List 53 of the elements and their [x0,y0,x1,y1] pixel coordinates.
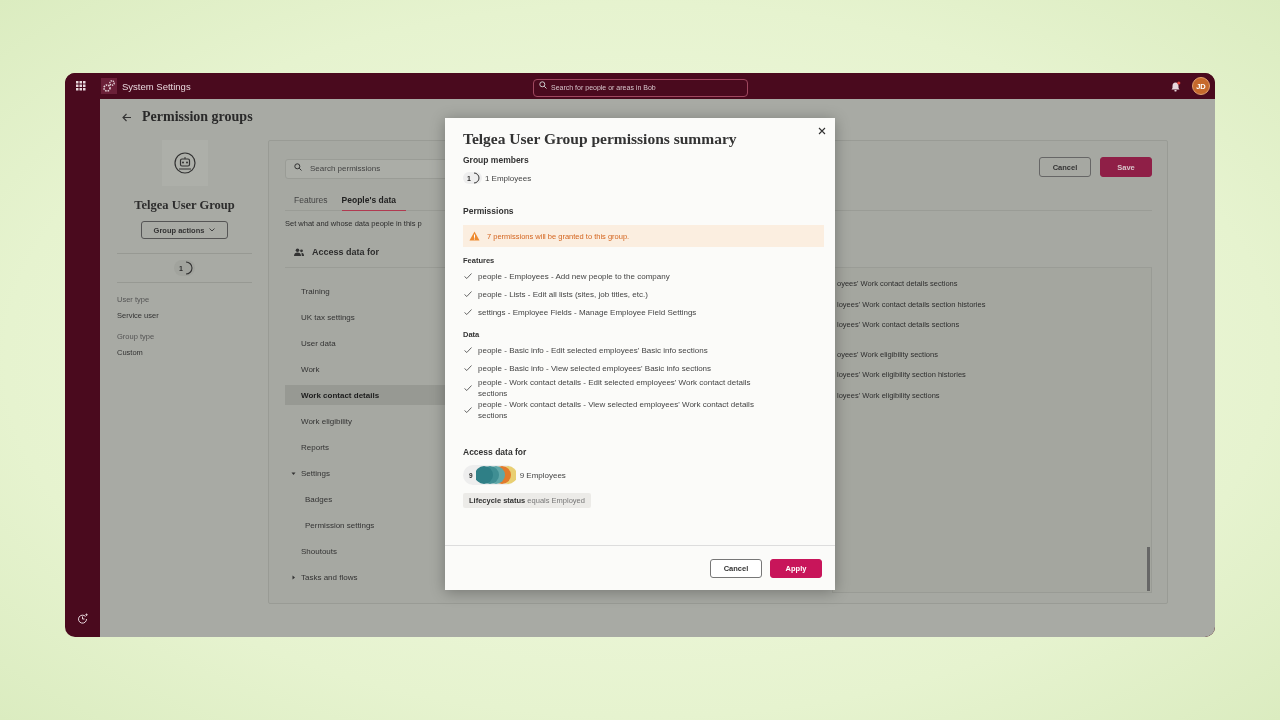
warning-icon [469,231,480,241]
tree-item[interactable]: Permission settings [285,515,447,535]
page-title: Permission groups [142,109,253,125]
check-icon [464,291,472,297]
check-icon [464,385,472,391]
chevron-down-icon [209,228,216,232]
tree-item[interactable]: Settings [285,463,447,483]
avatar-edge-icon [472,172,480,184]
caret-down-icon [291,470,296,476]
tree-item[interactable]: Badges [285,489,447,509]
tree-item[interactable]: User data [285,333,447,353]
tree-item[interactable]: Tasks and flows [285,567,447,587]
permission-text: people - Work contact details - View selected employees' Work contact details sections [478,399,755,421]
search-icon [539,81,547,89]
robot-icon [173,152,196,174]
back-arrow-icon[interactable] [122,112,132,122]
apps-grid-icon[interactable] [76,81,86,91]
section-heading: Permissions [463,206,515,216]
permission-text: people - Employees - Add new people to the company [478,270,671,282]
tab[interactable]: Features [285,195,336,210]
tree-item[interactable]: Work contact details [285,385,447,405]
employee-label: 9 Employees [519,470,566,480]
tree-item[interactable]: Work [285,359,447,379]
dialog-title: Telgea User Group permissions summary [463,130,738,148]
tab[interactable]: People's data [341,195,406,211]
gears-icon [101,78,117,94]
check-icon [464,273,472,279]
caret-right-icon [291,574,296,580]
permission-text: settings - Employee Fields - Manage Employee Field Settings [478,306,698,318]
check-icon [464,407,472,413]
tree-item[interactable]: Shoutouts [285,541,447,561]
tree-item[interactable]: UK tax settings [285,307,447,327]
bell-icon[interactable] [1170,80,1181,92]
close-icon[interactable] [818,127,826,135]
people-icon [294,248,304,256]
tree-item[interactable]: Work eligibility [285,411,447,431]
circle-arrow-icon[interactable] [77,613,88,624]
scrollbar[interactable] [1147,547,1150,591]
check-icon [464,309,472,315]
app-title: System Settings [122,80,191,92]
avatar-circles-icon [475,465,516,485]
section-heading: Access data for [312,247,380,257]
permission-text: people - Basic info - View selected employees' Basic info sections [478,362,713,374]
section-heading: Access data for [463,447,528,457]
check-icon [464,347,472,353]
group-name: Telgea User Group [133,198,236,213]
tree-item[interactable]: Reports [285,437,447,457]
permission-text: people - Basic info - Edit selected employees' Basic info sections [478,344,709,356]
section-heading: Group members [463,155,530,165]
tree-item[interactable]: Training [285,281,447,301]
check-icon [464,365,472,371]
avatar-edge-icon [184,261,193,275]
permission-text: people - Lists - Edit all lists (sites, job titles, etc.) [478,288,649,300]
